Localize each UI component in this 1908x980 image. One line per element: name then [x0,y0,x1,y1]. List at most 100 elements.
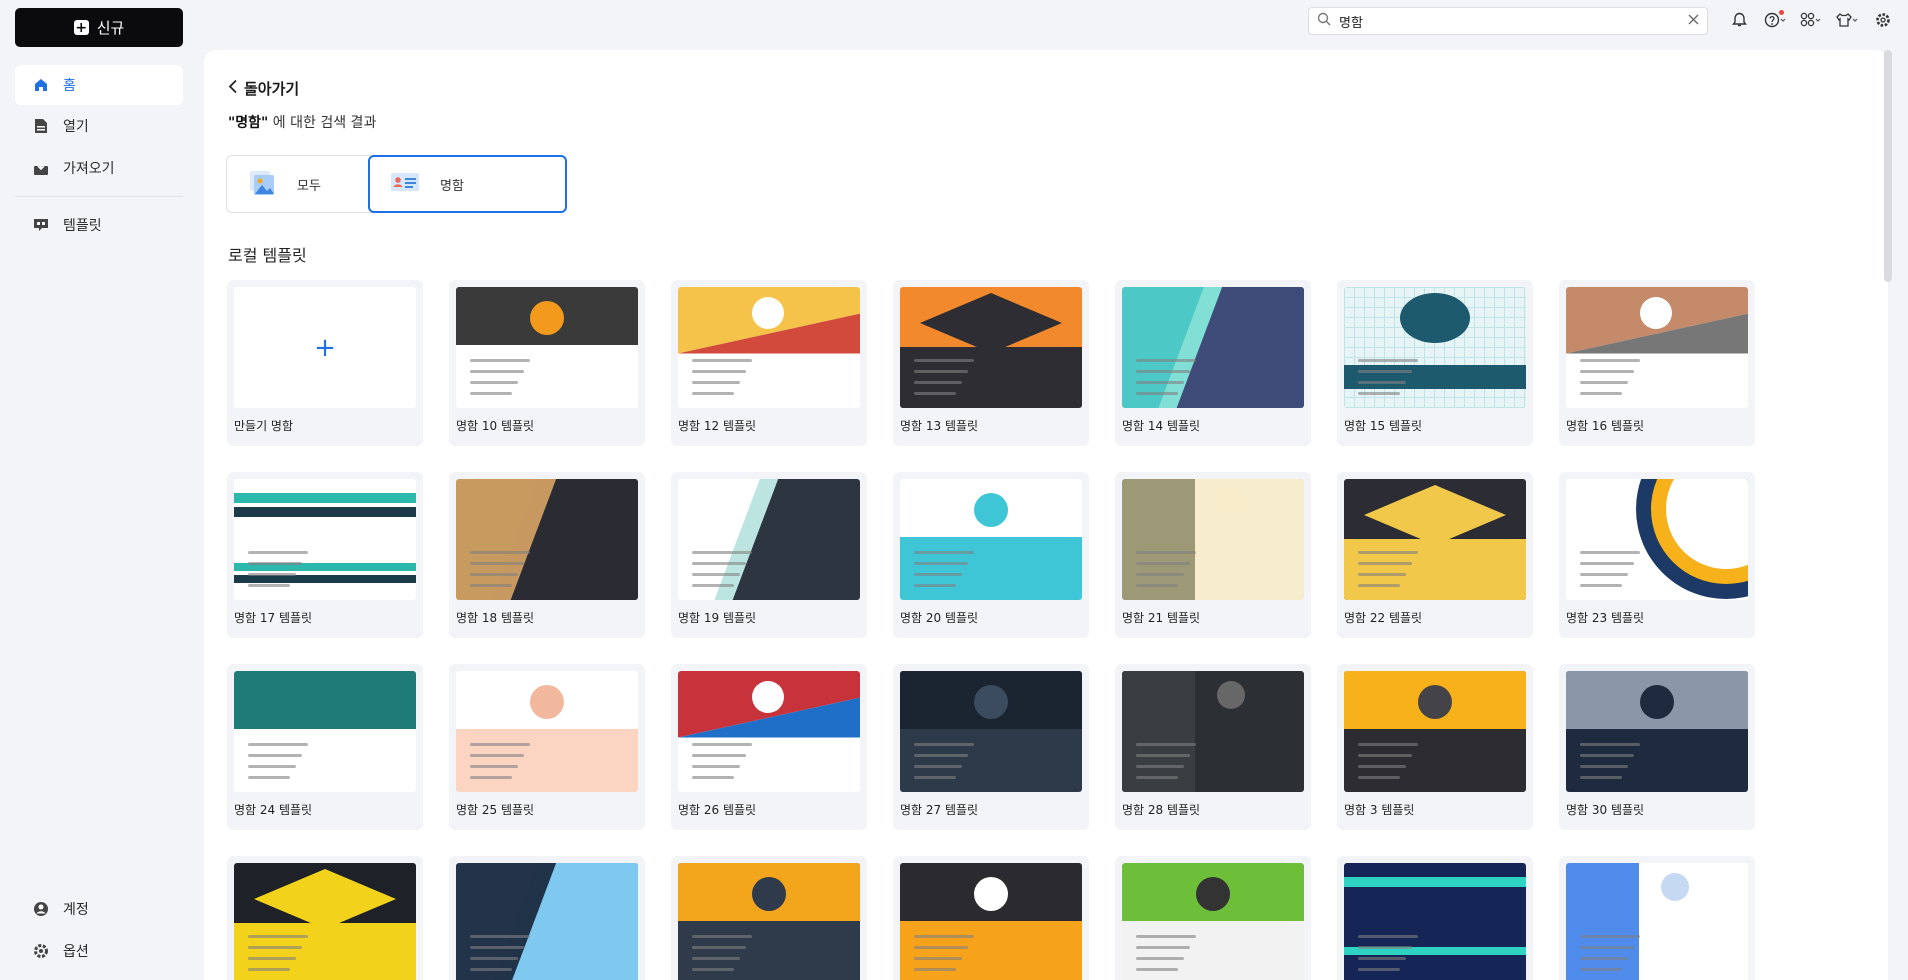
thumbnail-shape [914,370,968,373]
card-label: 명함 30 템플릿 [1566,803,1645,817]
create-blank-card[interactable]: + 만들기 명함 [227,280,423,446]
card-label: 만들기 명함 [234,419,294,433]
thumbnail-shape [1566,863,1639,980]
thumbnail-shape [470,381,518,384]
template-card[interactable]: 명함 16 템플릿 [1559,280,1755,446]
thumbnail-shape [1580,935,1640,938]
thumbnail-shape [692,754,746,757]
thumbnail-shape [248,743,308,746]
search-box[interactable] [1308,7,1708,35]
thumbnail-shape [1344,891,1526,901]
thumbnail-shape [1344,959,1526,967]
sidebar-item-templates[interactable]: 템플릿 [15,205,183,245]
template-card[interactable] [1559,856,1755,980]
sidebar-item-account[interactable]: 계정 [15,889,183,929]
sidebar-item-home[interactable]: 홈 [15,65,183,105]
sidebar-item-open[interactable]: 열기 [15,106,183,146]
settings-icon[interactable] [1872,8,1894,32]
template-card[interactable]: 명함 26 템플릿 [671,664,867,830]
new-button[interactable]: + 신규 [15,8,183,47]
thumbnail-shape [1358,946,1412,949]
thumbnail-shape [1358,562,1412,565]
template-card[interactable] [1337,856,1533,980]
thumbnail-shape [1136,968,1178,971]
template-thumbnail [678,479,860,600]
apps-icon[interactable] [1800,8,1822,32]
sidebar-item-label: 홈 [63,78,76,94]
card-label: 명함 17 템플릿 [234,611,313,625]
thumbnail-shape [1580,573,1628,576]
thumbnail-shape [1640,685,1674,719]
thumbnail-shape [1418,685,1452,719]
card-label: 명함 22 템플릿 [1344,611,1423,625]
sidebar-item-label: 가져오기 [63,161,115,177]
thumbnail-shape [234,575,416,583]
thumbnail-shape [914,584,956,587]
thumbnail-shape [1358,370,1412,373]
template-card[interactable] [1115,856,1311,980]
section-title-local-templates: 로컬 템플릿 [228,246,307,265]
thumbnail-shape [914,551,974,554]
template-thumbnail [1344,479,1526,600]
search-result-heading: "명함" 에 대한 검색 결과 [228,112,376,132]
sidebar-item-options[interactable]: 옵션 [15,931,183,971]
bell-icon[interactable] [1728,8,1750,32]
thumbnail-shape [1400,293,1470,343]
thumbnail-shape [470,957,518,960]
template-card[interactable]: 명함 20 템플릿 [893,472,1089,638]
thumbnail-shape [1344,877,1526,887]
template-card[interactable]: 명함 25 템플릿 [449,664,645,830]
template-thumbnail [456,863,638,980]
thumbnail-shape [248,957,296,960]
template-card[interactable] [227,856,423,980]
thumbnail-shape [914,968,956,971]
template-card[interactable]: 명함 14 템플릿 [1115,280,1311,446]
shirt-icon[interactable] [1836,8,1858,32]
template-card[interactable]: 명함 3 템플릿 [1337,664,1533,830]
plus-icon: + [73,19,89,36]
template-card[interactable]: 명함 18 템플릿 [449,472,645,638]
template-card[interactable]: 명함 13 템플릿 [893,280,1089,446]
template-card[interactable]: 명함 12 템플릿 [671,280,867,446]
thumbnail-shape [1122,671,1195,792]
search-query: "명함" [228,115,269,131]
template-thumbnail [1344,287,1526,408]
thumbnail-shape [1358,551,1418,554]
template-thumbnail [234,671,416,792]
thumbnail-shape [1122,479,1195,600]
file-icon [32,118,49,135]
template-card[interactable] [671,856,867,980]
thumbnail-shape [692,968,734,971]
template-card[interactable]: 명함 23 템플릿 [1559,472,1755,638]
thumbnail-shape [1136,935,1196,938]
template-card[interactable]: 명함 30 템플릿 [1559,664,1755,830]
sidebar-item-import[interactable]: 가져오기 [15,148,183,188]
template-card[interactable]: 명함 22 템플릿 [1337,472,1533,638]
template-card[interactable] [449,856,645,980]
thumbnail-shape [1358,935,1418,938]
thumbnail-shape [914,392,956,395]
card-label: 명함 25 템플릿 [456,803,535,817]
template-card[interactable]: 명함 28 템플릿 [1115,664,1311,830]
template-card[interactable]: 명함 19 템플릿 [671,472,867,638]
notification-dot [1779,10,1784,15]
template-card[interactable]: 명함 27 템플릿 [893,664,1089,830]
thumbnail-shape [1358,359,1418,362]
search-input[interactable] [1339,13,1680,29]
filter-business-card[interactable]: 명함 [368,155,567,213]
template-thumbnail [1344,671,1526,792]
thumbnail-shape [1358,743,1418,746]
template-card[interactable] [893,856,1089,980]
sidebar-item-label: 템플릿 [63,218,102,234]
template-card[interactable]: 명함 15 템플릿 [1337,280,1533,446]
template-card[interactable]: 명함 24 템플릿 [227,664,423,830]
template-thumbnail [456,671,638,792]
template-card[interactable]: 명함 10 템플릿 [449,280,645,446]
thumbnail-shape [1216,681,1245,709]
scrollbar[interactable] [1884,50,1892,282]
back-button[interactable]: 돌아가기 [228,78,299,99]
template-card[interactable]: 명함 21 템플릿 [1115,472,1311,638]
help-icon[interactable] [1764,8,1786,32]
clear-search-icon[interactable] [1688,14,1699,29]
template-card[interactable]: 명함 17 템플릿 [227,472,423,638]
